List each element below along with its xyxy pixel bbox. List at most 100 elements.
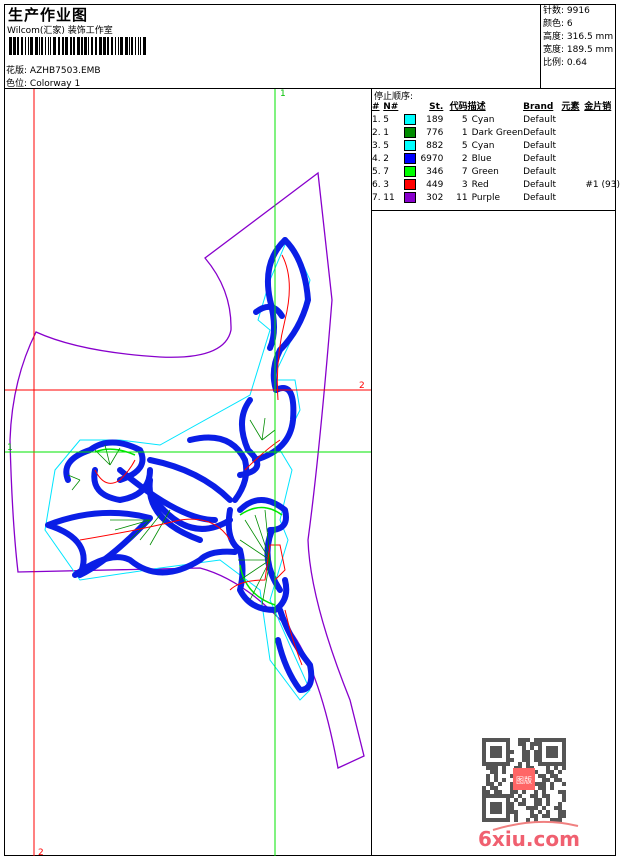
cell-code: 7 <box>461 167 468 177</box>
cell-code: 3 <box>461 180 468 190</box>
color-swatch <box>403 114 416 125</box>
column-header: 金片销 <box>584 102 612 112</box>
cell-desc: Purple <box>471 193 501 203</box>
cell-idx: 6. <box>372 180 381 190</box>
cell-idx: 4. <box>372 154 381 164</box>
color-swatch <box>403 179 416 190</box>
cell-element <box>562 179 585 192</box>
guide-label: 2 <box>359 381 365 391</box>
cell-code: 2 <box>461 154 468 164</box>
cell-sequin <box>584 192 620 205</box>
column-header: Brand <box>523 102 554 112</box>
design-file-value: AZHB7503.EMB <box>29 66 101 76</box>
guide-label: 1 <box>280 89 286 99</box>
color-swatch <box>403 192 416 203</box>
cell-element <box>562 140 585 153</box>
cell-n: 1 <box>383 128 389 138</box>
stat-colors: 颜色: 6 <box>543 19 573 29</box>
cell-desc: Dark Green <box>471 128 524 138</box>
swatch-cell <box>403 179 421 192</box>
cell-n: 5 <box>383 115 389 125</box>
table-row: 6. 3 449 3 Red Default #1 (93) <box>372 179 620 192</box>
color-swatch <box>403 140 416 151</box>
table-row: 1. 5 189 5 Cyan Default <box>372 114 620 127</box>
cell-desc: Red <box>471 180 489 190</box>
seal-text: 图版 <box>516 775 532 785</box>
column-header: 代码 <box>449 102 468 112</box>
cell-code: 5 <box>461 115 468 125</box>
cell-brand: Default <box>523 115 556 125</box>
embroidery-design-preview: 1 2 1 2 <box>5 89 371 856</box>
table-row: 7. 11 302 11 Purple Default <box>372 192 620 205</box>
cell-desc: Blue <box>471 154 492 164</box>
table-header: # N# St. 代码 描述 Brand 元素 金片销 <box>372 101 620 114</box>
swatch-cell <box>403 166 421 179</box>
cell-n: 7 <box>383 167 389 177</box>
cell-sequin: #1 (93) <box>585 180 620 190</box>
stat-height: 高度: 316.5 mm <box>543 32 614 42</box>
cell-desc: Green <box>471 167 499 177</box>
cell-brand: Default <box>523 141 556 151</box>
cell-element <box>562 127 585 140</box>
cell-idx: 1. <box>372 115 381 125</box>
column-header: St. <box>429 102 444 112</box>
swatch-cell <box>403 140 421 153</box>
swatch-cell <box>403 153 421 166</box>
swatch-cell <box>403 127 421 140</box>
table-row: 5. 7 346 7 Green Default <box>372 166 620 179</box>
table-row: 3. 5 882 5 Cyan Default <box>372 140 620 153</box>
cell-desc: Cyan <box>471 141 495 151</box>
cell-st: 302 <box>426 193 444 203</box>
color-swatch <box>403 166 416 177</box>
cell-element <box>562 114 585 127</box>
cell-element <box>562 166 585 179</box>
cell-st: 189 <box>426 115 444 125</box>
column-header: 描述 <box>467 102 486 112</box>
cell-st: 6970 <box>420 154 444 164</box>
column-header: # <box>372 102 380 112</box>
design-file: 花版: AZHB7503.EMB <box>6 63 101 76</box>
watermark-logo: 图版 6xiu.com <box>478 738 580 850</box>
color-swatch <box>403 153 416 164</box>
cell-idx: 7. <box>372 193 381 203</box>
cell-n: 3 <box>383 180 389 190</box>
stat-scale: 比例: 0.64 <box>543 58 587 68</box>
cell-brand: Default <box>523 193 556 203</box>
cell-code: 5 <box>461 141 468 151</box>
cell-element <box>562 153 585 166</box>
table-row: 2. 1 776 1 Dark Green Default <box>372 127 620 140</box>
cell-element <box>562 192 585 205</box>
cell-code: 1 <box>461 128 468 138</box>
guide-label: 1 <box>7 443 13 453</box>
table-row: 4. 2 6970 2 Blue Default <box>372 153 620 166</box>
cell-code: 11 <box>456 193 468 203</box>
guide-label: 2 <box>38 848 44 856</box>
cell-sequin <box>584 140 620 153</box>
stop-sequence-table: # N# St. 代码 描述 Brand 元素 金片销 1. 5 189 5 Cyan Default 2… <box>372 101 620 205</box>
blue-satin-stitches <box>45 237 315 693</box>
company-name: Wilcom(汇家) 装饰工作室 <box>7 26 113 36</box>
swatch-cell <box>403 114 421 127</box>
cell-idx: 3. <box>372 141 381 151</box>
stat-stitches: 针数: 9916 <box>543 6 590 16</box>
cell-st: 346 <box>426 167 444 177</box>
color-swatch <box>403 127 416 138</box>
table-divider <box>371 210 616 211</box>
page-title: 生产作业图 <box>8 6 89 24</box>
cell-idx: 5. <box>372 167 381 177</box>
column-header: 元素 <box>561 102 580 112</box>
cell-n: 5 <box>383 141 389 151</box>
cell-st: 776 <box>426 128 444 138</box>
cell-brand: Default <box>523 167 556 177</box>
cell-n: 2 <box>383 154 389 164</box>
cell-sequin <box>584 166 620 179</box>
cell-sequin <box>584 114 620 127</box>
cell-st: 449 <box>426 180 444 190</box>
cell-sequin <box>584 153 620 166</box>
cell-brand: Default <box>523 180 556 190</box>
cell-desc: Cyan <box>471 115 495 125</box>
cell-n: 11 <box>383 193 395 203</box>
column-header: N# <box>383 102 399 112</box>
cell-sequin <box>584 127 620 140</box>
swatch-cell <box>403 192 421 205</box>
